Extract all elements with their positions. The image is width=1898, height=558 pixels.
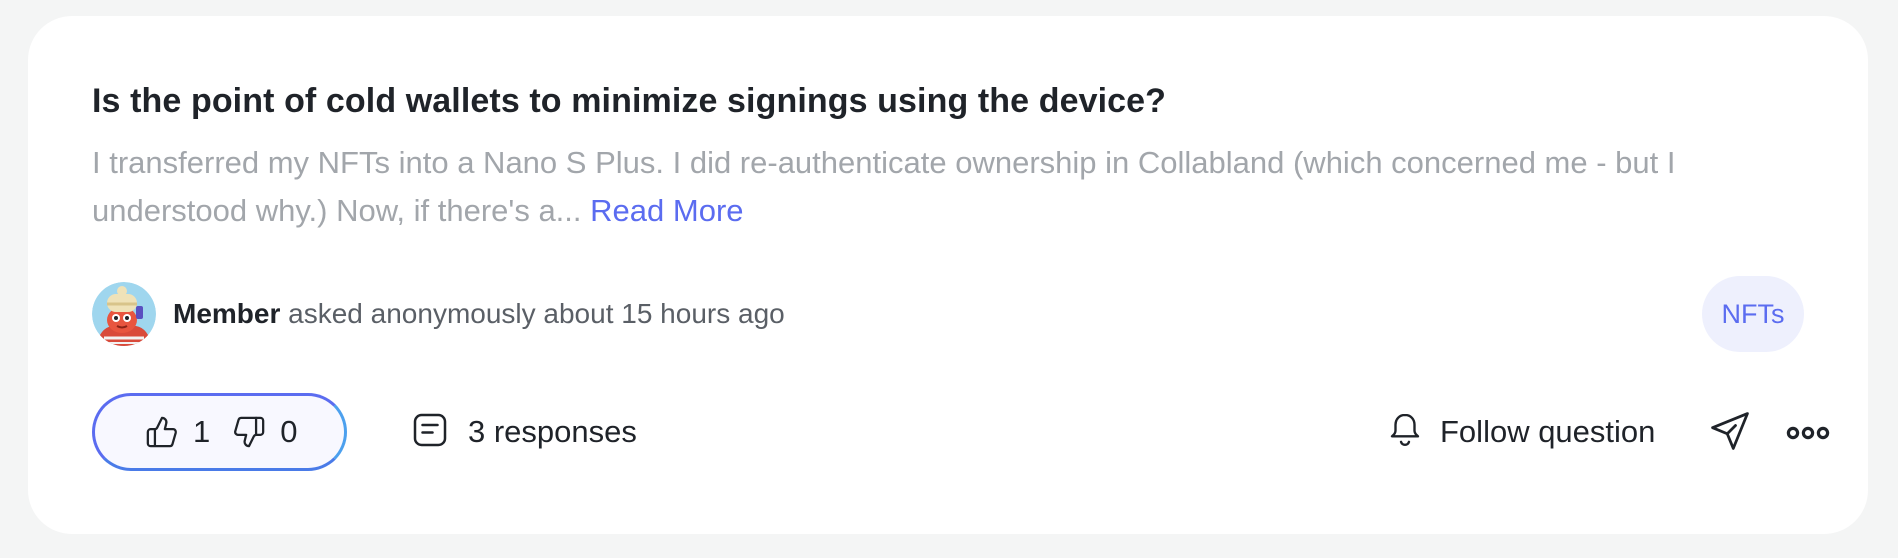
responses-label: 3 responses: [468, 414, 637, 449]
share-button[interactable]: [1708, 408, 1752, 459]
paper-plane-icon: [1708, 412, 1752, 458]
thumbs-up-icon: [145, 415, 179, 449]
excerpt-line-1: I transferred my NFTs into a Nano S Plus…: [92, 145, 1676, 180]
upvote-count: 1: [193, 414, 211, 449]
upvote-button[interactable]: 1: [145, 414, 210, 450]
vote-control: 1 0: [92, 393, 347, 471]
message-icon: [410, 410, 450, 455]
author-name: Member: [173, 298, 281, 329]
responses-button[interactable]: 3 responses: [410, 409, 637, 455]
more-options-button[interactable]: [1786, 426, 1830, 445]
excerpt-line-2: understood why.) Now, if there's a...: [92, 193, 582, 228]
question-card: Is the point of cold wallets to minimize…: [28, 16, 1868, 534]
follow-question-label: Follow question: [1440, 414, 1656, 449]
tag-nfts[interactable]: NFTs: [1702, 276, 1804, 352]
bell-icon: [1386, 410, 1424, 455]
thumbs-down-icon: [232, 415, 266, 449]
downvote-button[interactable]: 0: [232, 414, 298, 450]
downvote-count: 0: [280, 414, 298, 449]
avatar[interactable]: [92, 282, 156, 346]
ellipsis-icon: [1786, 426, 1830, 444]
asked-meta: asked anonymously about 15 hours ago: [288, 298, 785, 329]
author-meta: Member asked anonymously about 15 hours …: [173, 298, 785, 330]
follow-question-button[interactable]: Follow question: [1386, 409, 1655, 455]
author-row: Member asked anonymously about 15 hours …: [92, 282, 785, 346]
question-title[interactable]: Is the point of cold wallets to minimize…: [92, 82, 1166, 121]
read-more-link[interactable]: Read More: [590, 193, 743, 228]
question-excerpt: I transferred my NFTs into a Nano S Plus…: [92, 139, 1852, 235]
